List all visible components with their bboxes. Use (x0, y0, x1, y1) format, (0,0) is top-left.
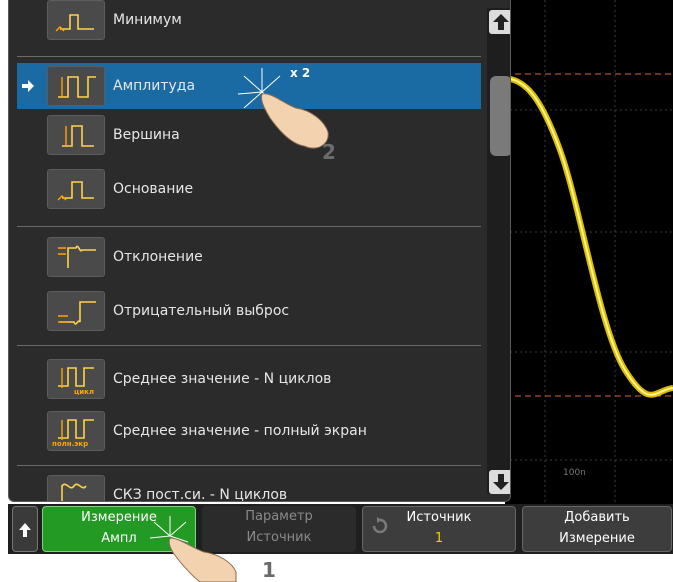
icon-subtext: цикл (74, 388, 94, 396)
waveform-graticule: 100n (505, 0, 673, 505)
selected-arrow-icon (22, 80, 34, 92)
menu-item-preshoot[interactable]: Отрицательный выброс (17, 288, 481, 334)
add-measurement-softkey[interactable]: Добавить Измерение (522, 506, 672, 552)
add-softkey-subtitle: Измерение (559, 531, 635, 546)
menu-item-label: Отклонение (113, 249, 203, 265)
up-arrow-icon (19, 523, 31, 537)
menu-item-label: Среднее значение - полный экран (113, 423, 367, 439)
step-number-2: 2 (322, 140, 336, 164)
menu-item-label: Вершина (113, 127, 180, 143)
preshoot-icon (47, 291, 105, 331)
menu-item-label: Основание (113, 181, 194, 197)
add-softkey-title: Добавить (564, 510, 630, 525)
divider (17, 345, 481, 346)
divider (17, 56, 481, 57)
timebase-label: 100n (563, 468, 586, 478)
minimum-icon (47, 0, 105, 40)
base-icon (47, 169, 105, 209)
scroll-down-button[interactable] (489, 470, 510, 494)
menu-item-average-full-screen[interactable]: полн.экр Среднее значение - полный экран (17, 408, 481, 454)
divider (17, 226, 481, 227)
menu-item-minimum[interactable]: Минимум (17, 0, 481, 46)
divider (17, 465, 481, 466)
top-icon (47, 115, 105, 155)
icon-subtext: полн.экр (52, 440, 89, 448)
scope-display: 100n (505, 0, 673, 505)
amplitude-icon (47, 66, 105, 106)
scrollbar-thumb[interactable] (490, 76, 510, 156)
menu-item-base[interactable]: Основание (17, 166, 481, 212)
menu-item-label: Минимум (113, 12, 182, 28)
menu-item-label: Отрицательный выброс (113, 303, 290, 319)
back-softkey[interactable] (12, 506, 38, 552)
rms-dc-n-cycles-icon (47, 475, 105, 501)
average-full-screen-icon: полн.экр (47, 411, 105, 451)
average-n-cycles-icon: цикл (47, 359, 105, 399)
tap-hand-annotation-softkey (149, 516, 237, 582)
menu-item-average-n-cycles[interactable]: цикл Среднее значение - N циклов (17, 356, 481, 402)
menu-item-label: Среднее значение - N циклов (113, 371, 332, 387)
waveform-trace (505, 75, 673, 398)
menu-item-label: Амплитуда (113, 78, 196, 94)
rotate-knob-icon (372, 517, 388, 534)
waveform-trace-core (505, 77, 673, 396)
scroll-up-button[interactable] (489, 10, 510, 34)
source-softkey[interactable]: Источник 1 (362, 506, 516, 552)
menu-item-label: СКЗ пост.си. - N циклов (113, 487, 288, 502)
menu-item-overshoot[interactable]: Отклонение (17, 234, 481, 280)
menu-item-rms-dc[interactable]: СКЗ пост.си. - N циклов (17, 472, 481, 502)
tap-count-label: x 2 (290, 66, 311, 80)
overshoot-icon (47, 237, 105, 277)
step-number-1: 1 (262, 558, 276, 582)
